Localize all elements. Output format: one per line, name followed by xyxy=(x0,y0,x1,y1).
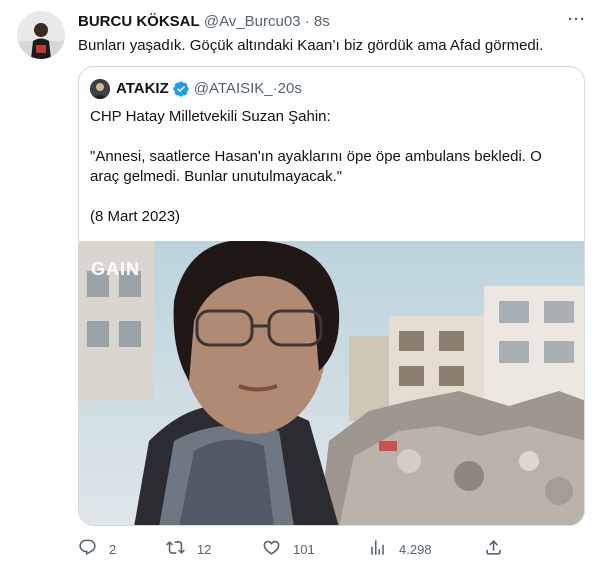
quoted-text-line: CHP Hatay Milletvekili Suzan Şahin: xyxy=(90,108,331,125)
author-name[interactable]: BURCU KÖKSAL xyxy=(78,13,200,30)
retweet-count: 12 xyxy=(197,541,212,557)
video-thumbnail[interactable]: GAIN xyxy=(79,241,584,525)
quoted-time[interactable]: 20s xyxy=(278,79,302,99)
quoted-author-name[interactable]: ATAKIZ xyxy=(116,79,169,99)
retweet-button[interactable]: 12 xyxy=(166,537,211,561)
reply-icon xyxy=(78,538,97,560)
tweet: BURCU KÖKSAL @Av_Burcu03 · 8s ··· Bunlar… xyxy=(0,0,613,567)
tweet-time[interactable]: 8s xyxy=(314,13,330,30)
video-watermark: GAIN xyxy=(91,259,140,279)
quoted-text-line: (8 Mart 2023) xyxy=(90,208,181,225)
header-separator: · xyxy=(300,13,314,30)
quoted-tweet[interactable]: ATAKIZ @ATAISIK_ · 20s CHP Hatay Milletv… xyxy=(78,66,585,526)
share-button[interactable] xyxy=(484,537,503,561)
quoted-text-line: araç gelmedi. Bunlar unutulmayacak." xyxy=(90,168,343,185)
reply-button[interactable]: 2 xyxy=(78,537,116,561)
tweet-text: Bunları yaşadık. Göçük altındaki Kaan’ı … xyxy=(78,37,544,54)
views-button[interactable]: 4.298 xyxy=(368,537,432,561)
retweet-icon xyxy=(166,538,185,560)
quoted-author-avatar[interactable] xyxy=(90,79,110,99)
quoted-text-line: "Annesi, saatlerce Hasan'ın ayaklarını ö… xyxy=(90,148,542,165)
more-icon[interactable]: ··· xyxy=(567,12,587,33)
tweet-actions: 2 12 101 4.298 xyxy=(78,537,508,561)
author-handle[interactable]: @Av_Burcu03 xyxy=(204,13,301,30)
quoted-text: CHP Hatay Milletvekili Suzan Şahin: "Ann… xyxy=(90,107,575,227)
verified-badge-icon xyxy=(172,80,190,98)
quoted-text-line xyxy=(90,127,575,147)
like-count: 101 xyxy=(293,541,315,557)
quoted-author-handle[interactable]: @ATAISIK_ xyxy=(194,79,273,99)
views-count: 4.298 xyxy=(399,541,432,557)
quoted-text-line xyxy=(90,187,575,207)
views-icon xyxy=(368,538,387,560)
quoted-header: ATAKIZ @ATAISIK_ · 20s xyxy=(116,79,302,99)
tweet-header: BURCU KÖKSAL @Av_Burcu03 · 8s xyxy=(78,12,330,32)
like-button[interactable]: 101 xyxy=(262,537,315,561)
reply-count: 2 xyxy=(109,541,117,557)
share-icon xyxy=(484,538,503,560)
author-avatar[interactable] xyxy=(17,11,65,59)
heart-icon xyxy=(262,538,281,560)
